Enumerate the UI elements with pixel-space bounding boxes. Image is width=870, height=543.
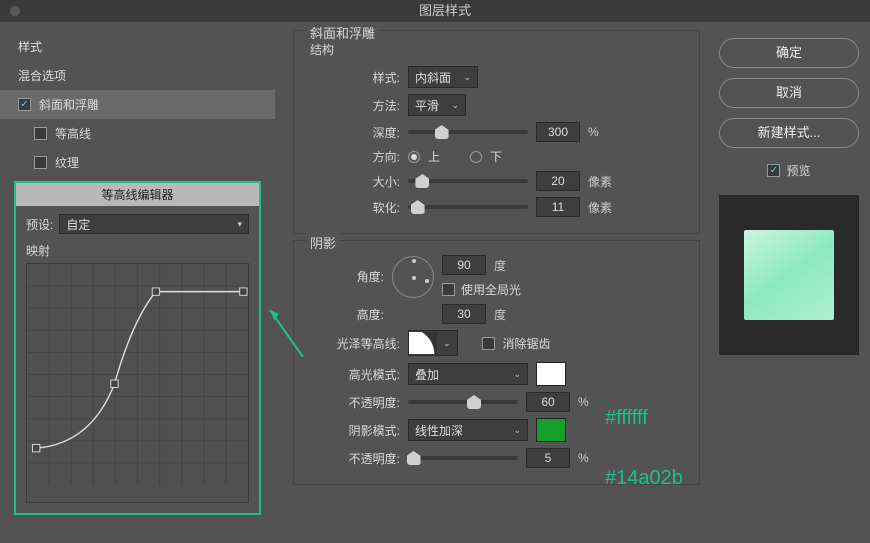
- highlight-opacity-input[interactable]: 60: [526, 392, 570, 412]
- cancel-button[interactable]: 取消: [719, 78, 859, 108]
- depth-slider[interactable]: [408, 130, 528, 134]
- contour-curve-canvas[interactable]: [26, 263, 249, 503]
- altitude-input[interactable]: 30: [442, 304, 486, 324]
- mapping-label: 映射: [16, 242, 259, 263]
- shadow-opacity-input[interactable]: 5: [526, 448, 570, 468]
- preview-box: [719, 195, 859, 355]
- checkbox-texture[interactable]: [34, 156, 47, 169]
- size-input[interactable]: 20: [536, 171, 580, 191]
- size-unit: 像素: [588, 173, 612, 190]
- contour-thumb-icon: [409, 332, 437, 354]
- highlight-color-swatch[interactable]: [536, 362, 566, 386]
- soften-unit: 像素: [588, 199, 612, 216]
- sidebar-item-label: 斜面和浮雕: [39, 96, 99, 113]
- global-light-checkbox[interactable]: [442, 283, 455, 296]
- shadow-opacity-slider[interactable]: [408, 456, 518, 460]
- contour-editor-title: 等高线编辑器: [16, 183, 259, 206]
- antialias-checkbox[interactable]: [482, 337, 495, 350]
- antialias-label: 消除锯齿: [503, 335, 551, 352]
- global-light-label: 使用全局光: [461, 281, 521, 298]
- sidebar-item-label: 纹理: [55, 154, 79, 171]
- annotation-arrow: [265, 302, 305, 362]
- shadow-mode-label: 阴影模式:: [324, 422, 400, 439]
- main-panel: 斜面和浮雕 结构 样式: 内斜面⌄ 方法: 平滑⌄ 深度: 300 % 方向: …: [275, 22, 870, 543]
- highlight-opacity-label: 不透明度:: [324, 394, 400, 411]
- style-label: 样式:: [350, 69, 400, 86]
- technique-dropdown[interactable]: 平滑⌄: [408, 94, 466, 116]
- angle-input[interactable]: 90: [442, 255, 486, 275]
- sidebar-item-bevel[interactable]: 斜面和浮雕: [0, 90, 275, 119]
- gloss-label: 光泽等高线:: [324, 335, 400, 352]
- highlight-mode-label: 高光模式:: [324, 366, 400, 383]
- checkbox-bevel[interactable]: [18, 98, 31, 111]
- blend-options[interactable]: 混合选项: [0, 61, 275, 90]
- checkbox-contour[interactable]: [34, 127, 47, 140]
- shadow-color-swatch[interactable]: [536, 418, 566, 442]
- bevel-group-title: 斜面和浮雕: [306, 23, 379, 42]
- soften-label: 软化:: [350, 199, 400, 216]
- annotation-shadow-hex: #14a02b: [605, 467, 683, 490]
- altitude-label: 高度:: [324, 306, 384, 323]
- structure-group: 斜面和浮雕 结构 样式: 内斜面⌄ 方法: 平滑⌄ 深度: 300 % 方向: …: [293, 30, 700, 234]
- sidebar-item-contour[interactable]: 等高线: [0, 119, 275, 148]
- direction-label: 方向:: [350, 148, 400, 165]
- soften-slider[interactable]: [408, 205, 528, 209]
- shading-group: 阴影 角度: 90 度 使用全局光 高度: 30: [293, 240, 700, 485]
- preview-label: 预览: [786, 162, 810, 179]
- chevron-down-icon: ▾: [237, 219, 242, 230]
- dir-up-label: 上: [428, 148, 440, 165]
- dialog-title: 图层样式: [20, 0, 870, 22]
- depth-unit: %: [588, 125, 599, 139]
- chevron-down-icon: ⌄: [437, 338, 457, 349]
- preset-value: 自定: [66, 216, 90, 233]
- sidebar-item-texture[interactable]: 纹理: [0, 148, 275, 177]
- size-slider[interactable]: [408, 179, 528, 183]
- contour-editor-panel: 等高线编辑器 预设: 自定 ▾ 映射: [14, 181, 261, 515]
- traffic-light[interactable]: [10, 6, 20, 16]
- right-column: 确定 取消 新建样式... 预览: [714, 38, 864, 355]
- preset-label: 预设:: [26, 216, 53, 233]
- angle-dial[interactable]: [392, 256, 434, 298]
- depth-label: 深度:: [350, 124, 400, 141]
- chevron-down-icon: ⌄: [463, 72, 471, 83]
- dir-down-label: 下: [490, 148, 502, 165]
- preview-swatch: [744, 230, 834, 320]
- size-label: 大小:: [350, 173, 400, 190]
- technique-label: 方法:: [350, 97, 400, 114]
- highlight-opacity-slider[interactable]: [408, 400, 518, 404]
- angle-label: 角度:: [324, 268, 384, 285]
- new-style-button[interactable]: 新建样式...: [719, 118, 859, 148]
- preview-checkbox[interactable]: [767, 164, 780, 177]
- gloss-contour-picker[interactable]: ⌄: [408, 330, 458, 356]
- sidebar-item-label: 等高线: [55, 125, 91, 142]
- titlebar: 图层样式: [0, 0, 870, 22]
- shadow-mode-dropdown[interactable]: 线性加深⌄: [408, 419, 528, 441]
- styles-heading: 样式: [0, 32, 275, 61]
- chevron-down-icon: ⌄: [513, 425, 521, 436]
- soften-input[interactable]: 11: [536, 197, 580, 217]
- direction-down-radio[interactable]: [470, 151, 482, 163]
- preset-dropdown[interactable]: 自定 ▾: [59, 214, 249, 234]
- chevron-down-icon: ⌄: [451, 100, 459, 111]
- chevron-down-icon: ⌄: [513, 369, 521, 380]
- shadow-opacity-label: 不透明度:: [324, 450, 400, 467]
- annotation-highlight-hex: #ffffff: [605, 407, 648, 430]
- styles-sidebar: 样式 混合选项 斜面和浮雕 等高线 纹理 等高线编辑器 预设: 自定 ▾ 映射: [0, 22, 275, 543]
- direction-up-radio[interactable]: [408, 151, 420, 163]
- structure-subtitle: 结构: [310, 41, 687, 58]
- highlight-mode-dropdown[interactable]: 叠加⌄: [408, 363, 528, 385]
- shading-title: 阴影: [306, 233, 340, 252]
- ok-button[interactable]: 确定: [719, 38, 859, 68]
- style-dropdown[interactable]: 内斜面⌄: [408, 66, 478, 88]
- depth-input[interactable]: 300: [536, 122, 580, 142]
